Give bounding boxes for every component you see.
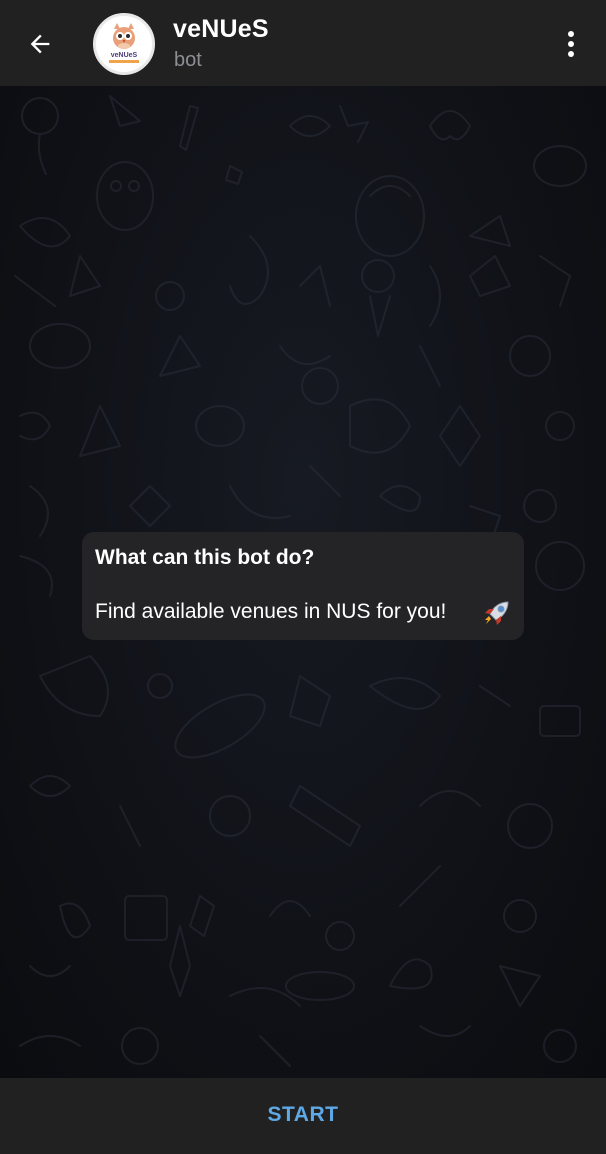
owl-logo-icon: veNUeS <box>109 23 139 63</box>
back-button[interactable] <box>18 22 62 66</box>
bot-info-title: What can this bot do? <box>95 546 315 569</box>
avatar[interactable]: veNUeS <box>93 13 155 75</box>
chat-title[interactable]: veNUeS <box>173 15 269 44</box>
arrow-left-icon <box>30 34 50 54</box>
chat-subtitle: bot <box>174 49 202 71</box>
more-options-button[interactable] <box>552 24 590 64</box>
rocket-icon <box>485 601 509 625</box>
bottom-bar: START <box>0 1078 606 1154</box>
more-vertical-icon <box>568 31 574 57</box>
start-button[interactable]: START <box>228 1091 379 1139</box>
bot-info-description: Find available venues in NUS for you! <box>95 600 447 623</box>
avatar-logo-text: veNUeS <box>111 52 138 59</box>
bot-info-card: What can this bot do? Find available ven… <box>82 532 524 640</box>
chat-screen: veNUeS veNUeS bot What can this bot do? … <box>0 0 606 1154</box>
chat-header: veNUeS veNUeS bot <box>0 0 606 86</box>
